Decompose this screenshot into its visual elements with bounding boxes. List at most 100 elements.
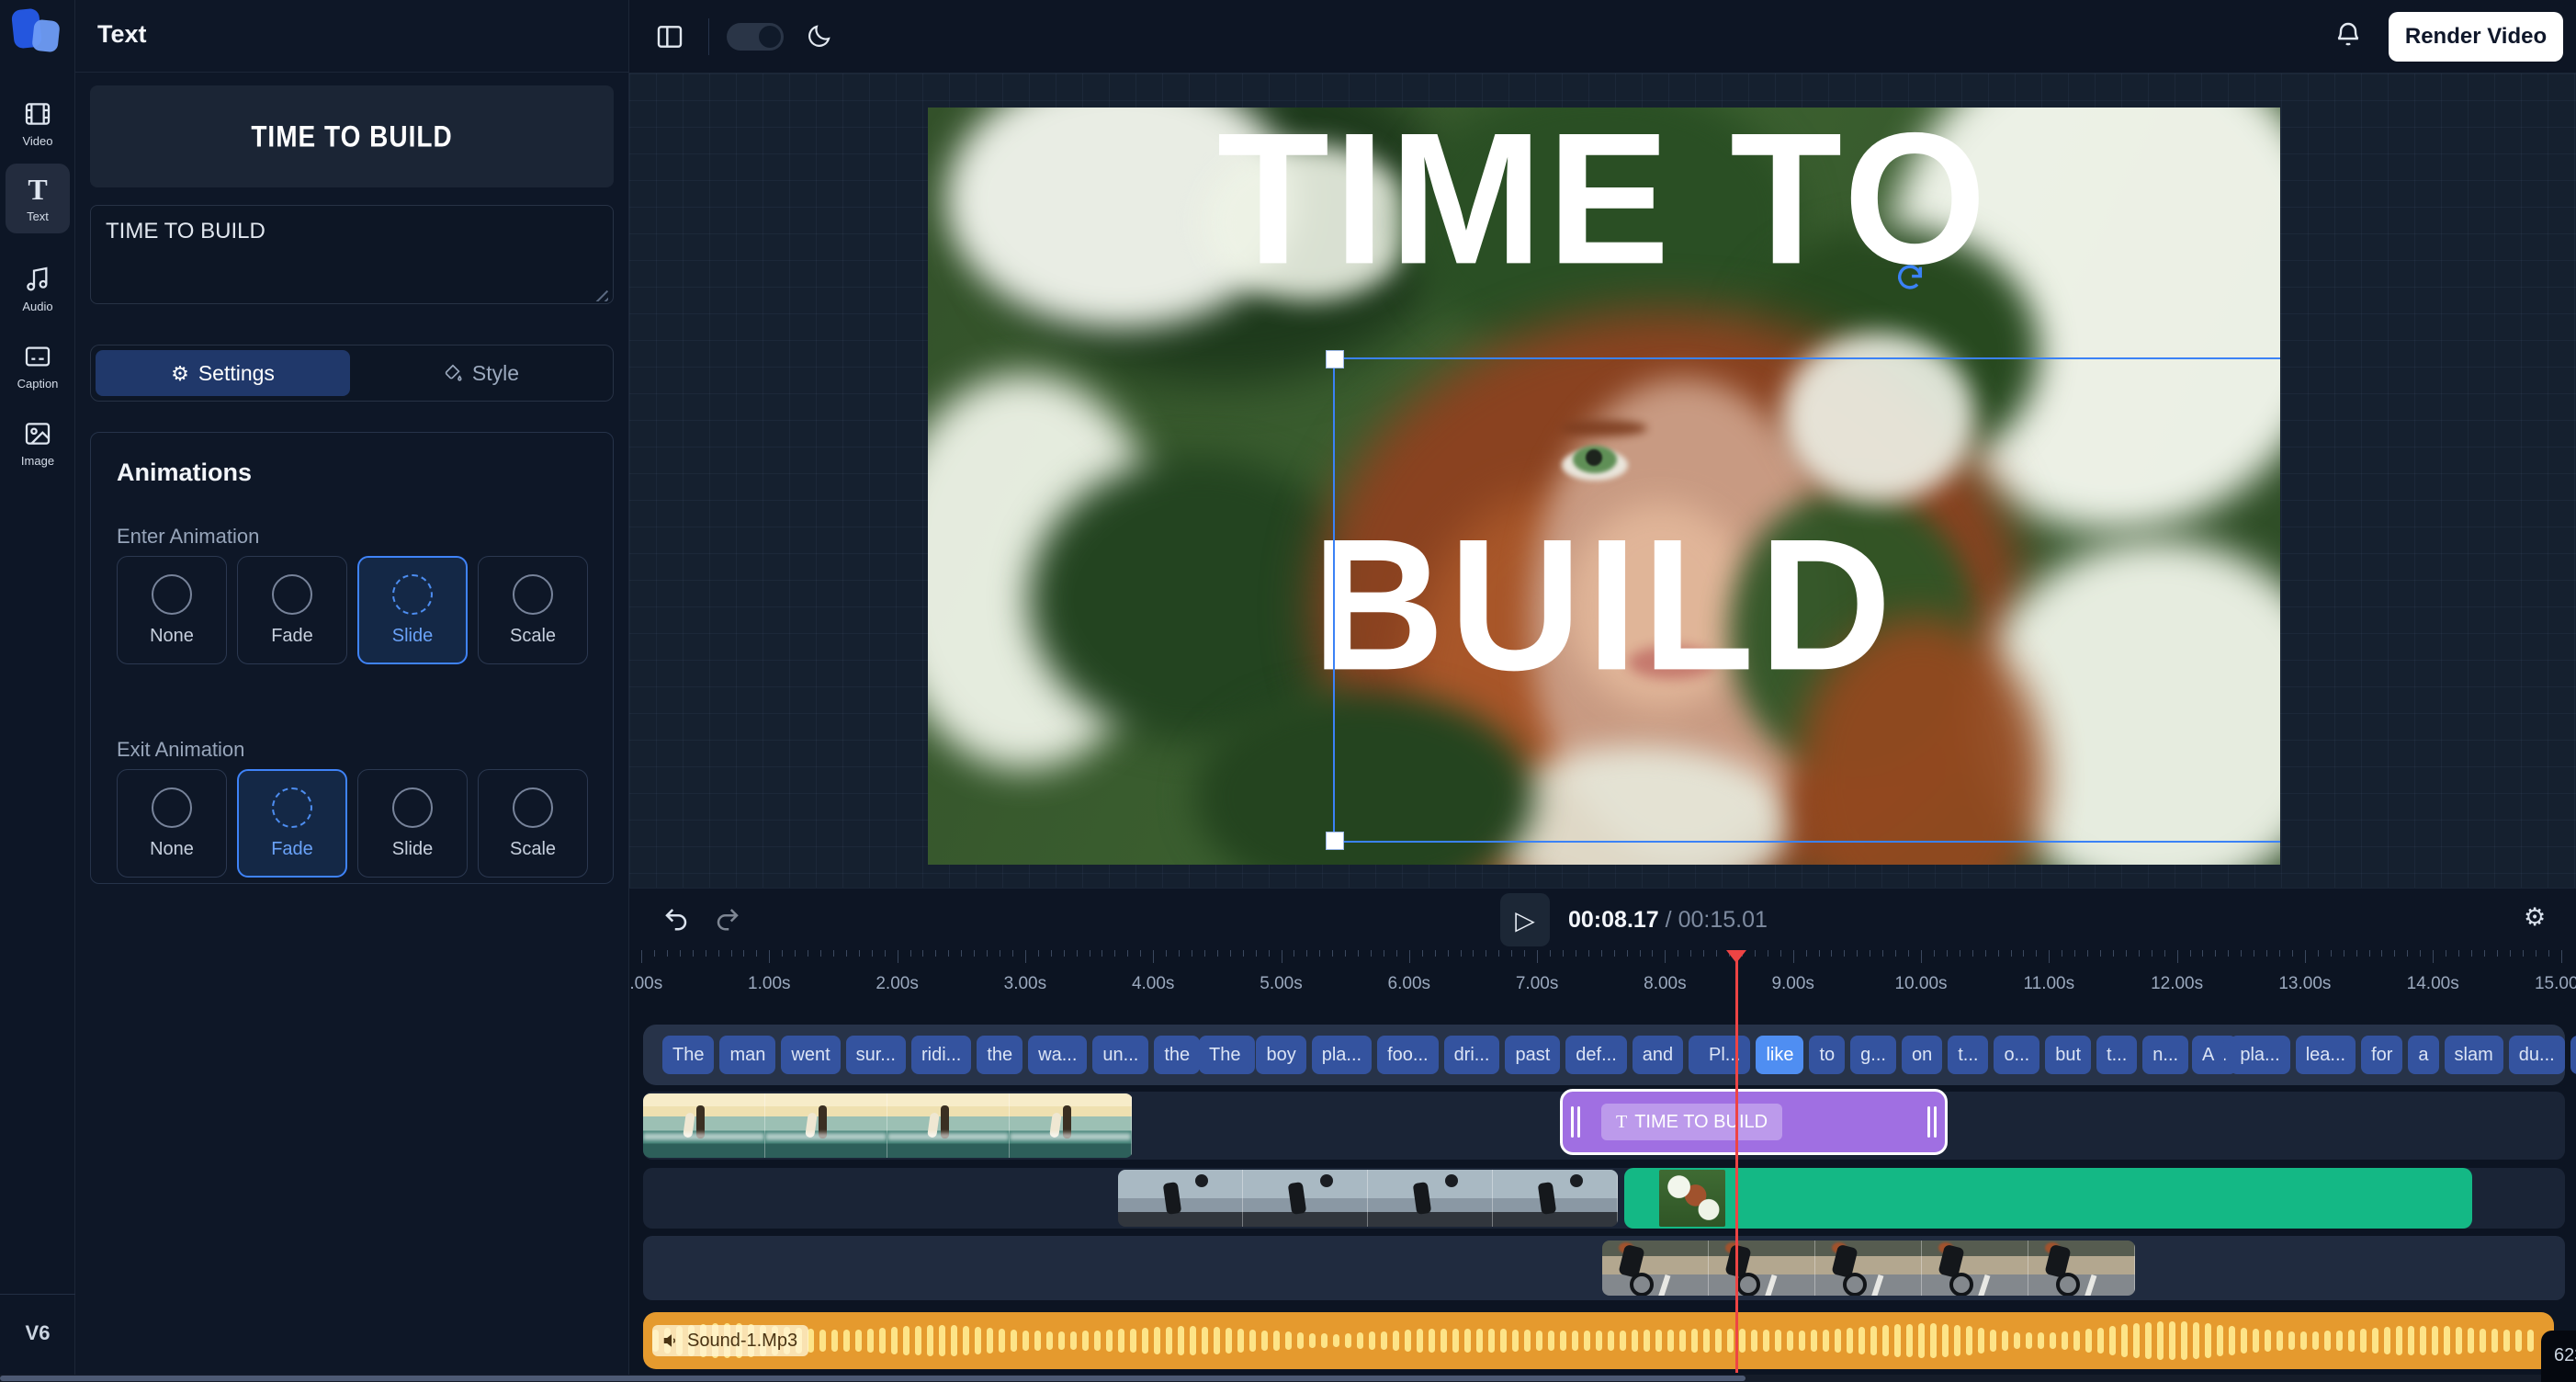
word-chip[interactable]: a	[2408, 1036, 2438, 1074]
render-video-button[interactable]: Render Video	[2389, 12, 2563, 62]
selection-handle-bottom-left[interactable]	[1326, 832, 1344, 850]
enter-animation-option-none[interactable]: None	[117, 556, 227, 664]
app-logo-icon[interactable]	[11, 7, 62, 53]
word-chip[interactable]: to	[1809, 1036, 1845, 1074]
word-chip[interactable]: lea...	[2296, 1036, 2356, 1074]
exit-animation-option-fade[interactable]: Fade	[237, 769, 347, 878]
word-chip[interactable]: the	[2570, 1036, 2576, 1074]
word-chip[interactable]: the	[1154, 1036, 1200, 1074]
word-chip[interactable]: def...	[1565, 1036, 1626, 1074]
notifications-bell-icon[interactable]	[2333, 20, 2363, 50]
waveform-bar	[1417, 1329, 1423, 1352]
ruler-tick	[1077, 950, 1078, 957]
sidebar-item-caption[interactable]: Caption	[6, 331, 70, 401]
word-chip[interactable]: past	[1505, 1036, 1560, 1074]
ruler-label: 0.00s	[629, 974, 662, 994]
ruler-tick	[1665, 950, 1666, 963]
rotate-handle-icon[interactable]	[1894, 262, 1926, 293]
enter-animation-option-scale[interactable]: Scale	[478, 556, 588, 664]
word-chip[interactable]: du...	[2509, 1036, 2565, 1074]
waveform-bar	[2420, 1326, 2426, 1356]
exit-animation-option-none[interactable]: None	[117, 769, 227, 878]
flowers-video-clip[interactable]	[1624, 1168, 2472, 1229]
tab-style[interactable]: Style	[354, 350, 608, 396]
waveform-bar	[1082, 1331, 1089, 1350]
ruler-tick	[1166, 950, 1167, 957]
cycling-video-clip[interactable]	[1602, 1240, 2135, 1296]
timeline: 0.00s1.00s2.00s3.00s4.00s5.00s6.00s7.00s…	[629, 950, 2576, 1375]
textarea-resize-grip[interactable]	[595, 289, 608, 301]
sidebar-item-audio[interactable]: Audio	[6, 254, 70, 323]
word-chip-active[interactable]: like	[1756, 1036, 1803, 1074]
moon-icon[interactable]	[806, 22, 833, 50]
word-chip[interactable]: slam	[2445, 1036, 2503, 1074]
undo-icon[interactable]	[662, 905, 690, 933]
timecode: 00:08.17 / 00:15.01	[1568, 907, 1768, 934]
waveform-bar	[1882, 1325, 1889, 1356]
animation-preview-circle-icon	[392, 787, 433, 828]
word-chip[interactable]: ridi...	[911, 1036, 971, 1074]
word-chip[interactable]: The	[1199, 1036, 1250, 1074]
word-chip[interactable]: A	[2192, 1036, 2224, 1074]
enter-animation-option-fade[interactable]: Fade	[237, 556, 347, 664]
horizontal-scrollbar[interactable]	[0, 1375, 2576, 1382]
ruler-tick	[1217, 950, 1218, 957]
panel-title: Text	[97, 20, 147, 49]
playhead[interactable]	[1735, 952, 1738, 1373]
word-chip[interactable]: went	[781, 1036, 840, 1074]
surfer-video-clip[interactable]	[643, 1093, 1133, 1158]
timeline-settings-gear-icon[interactable]: ⚙	[2524, 903, 2546, 932]
word-chip[interactable]: wa...	[1028, 1036, 1087, 1074]
text-clip[interactable]: T TIME TO BUILD	[1560, 1089, 1948, 1155]
exit-animation-option-scale[interactable]: Scale	[478, 769, 588, 878]
word-chip[interactable]: sur...	[846, 1036, 906, 1074]
waveform-bar	[2133, 1323, 2140, 1358]
play-button[interactable]: ▷	[1500, 893, 1550, 946]
sidebar-item-text[interactable]: TText	[6, 164, 70, 233]
audio-clip[interactable]: Sound-1.Mp3	[643, 1312, 2554, 1369]
text-style-preview[interactable]: TIME TO BUILD	[90, 85, 614, 187]
word-chip[interactable]: foo...	[1377, 1036, 1438, 1074]
enter-animation-option-slide[interactable]: Slide	[357, 556, 468, 664]
word-chip[interactable]: g...	[1850, 1036, 1896, 1074]
word-chip[interactable]: t...	[2096, 1036, 2137, 1074]
word-chip[interactable]: on	[1902, 1036, 1942, 1074]
word-chip[interactable]: un...	[1092, 1036, 1148, 1074]
sidebar-item-video[interactable]: Video	[6, 88, 70, 158]
word-chip[interactable]: n...	[2142, 1036, 2188, 1074]
waveform-bar	[999, 1329, 1005, 1353]
tab-settings[interactable]: ⚙Settings	[96, 350, 350, 396]
word-chip[interactable]: The	[662, 1036, 714, 1074]
word-group: Apla...lea...foraslamdu... the	[2192, 1036, 2576, 1074]
ruler-tick	[743, 950, 744, 957]
text-content-input[interactable]	[90, 205, 614, 304]
clip-trim-handle-right[interactable]	[1926, 1106, 1938, 1138]
selection-handle-top-left[interactable]	[1326, 350, 1344, 368]
word-chip[interactable]: for	[2361, 1036, 2402, 1074]
exit-animation-option-slide[interactable]: Slide	[357, 769, 468, 878]
ruler-tick	[1934, 950, 1935, 957]
text-selection-box[interactable]	[1333, 357, 2280, 843]
clip-trim-handle-left[interactable]	[1570, 1106, 1581, 1138]
word-chip[interactable]: t...	[1948, 1036, 1988, 1074]
video-canvas[interactable]: TIME TO BUILD	[928, 108, 2280, 865]
word-chip[interactable]: dri...	[1444, 1036, 1500, 1074]
theme-toggle[interactable]	[727, 23, 784, 51]
football-video-clip[interactable]	[1118, 1170, 1618, 1227]
scrollbar-thumb[interactable]	[0, 1376, 1746, 1381]
sidebar-item-image[interactable]: Image	[6, 408, 70, 478]
ruler-tick	[2484, 950, 2485, 957]
word-chip[interactable]: Pl...	[1699, 1036, 1750, 1074]
redo-icon[interactable]	[714, 905, 741, 933]
caption-words-lane: Themanwentsur...ridi...thewa...un...thes…	[643, 1025, 2565, 1085]
word-chip[interactable]: and	[1633, 1036, 1683, 1074]
word-chip[interactable]: o...	[1994, 1036, 2039, 1074]
word-chip[interactable]: man	[719, 1036, 775, 1074]
panel-toggle-icon[interactable]	[655, 22, 684, 51]
word-chip[interactable]: boy	[1256, 1036, 1305, 1074]
word-chip[interactable]: the	[977, 1036, 1022, 1074]
word-chip[interactable]: but	[2045, 1036, 2091, 1074]
word-chip[interactable]: pla...	[1312, 1036, 1372, 1074]
ruler-tick	[1461, 950, 1462, 957]
word-chip[interactable]: pla...	[2230, 1036, 2289, 1074]
